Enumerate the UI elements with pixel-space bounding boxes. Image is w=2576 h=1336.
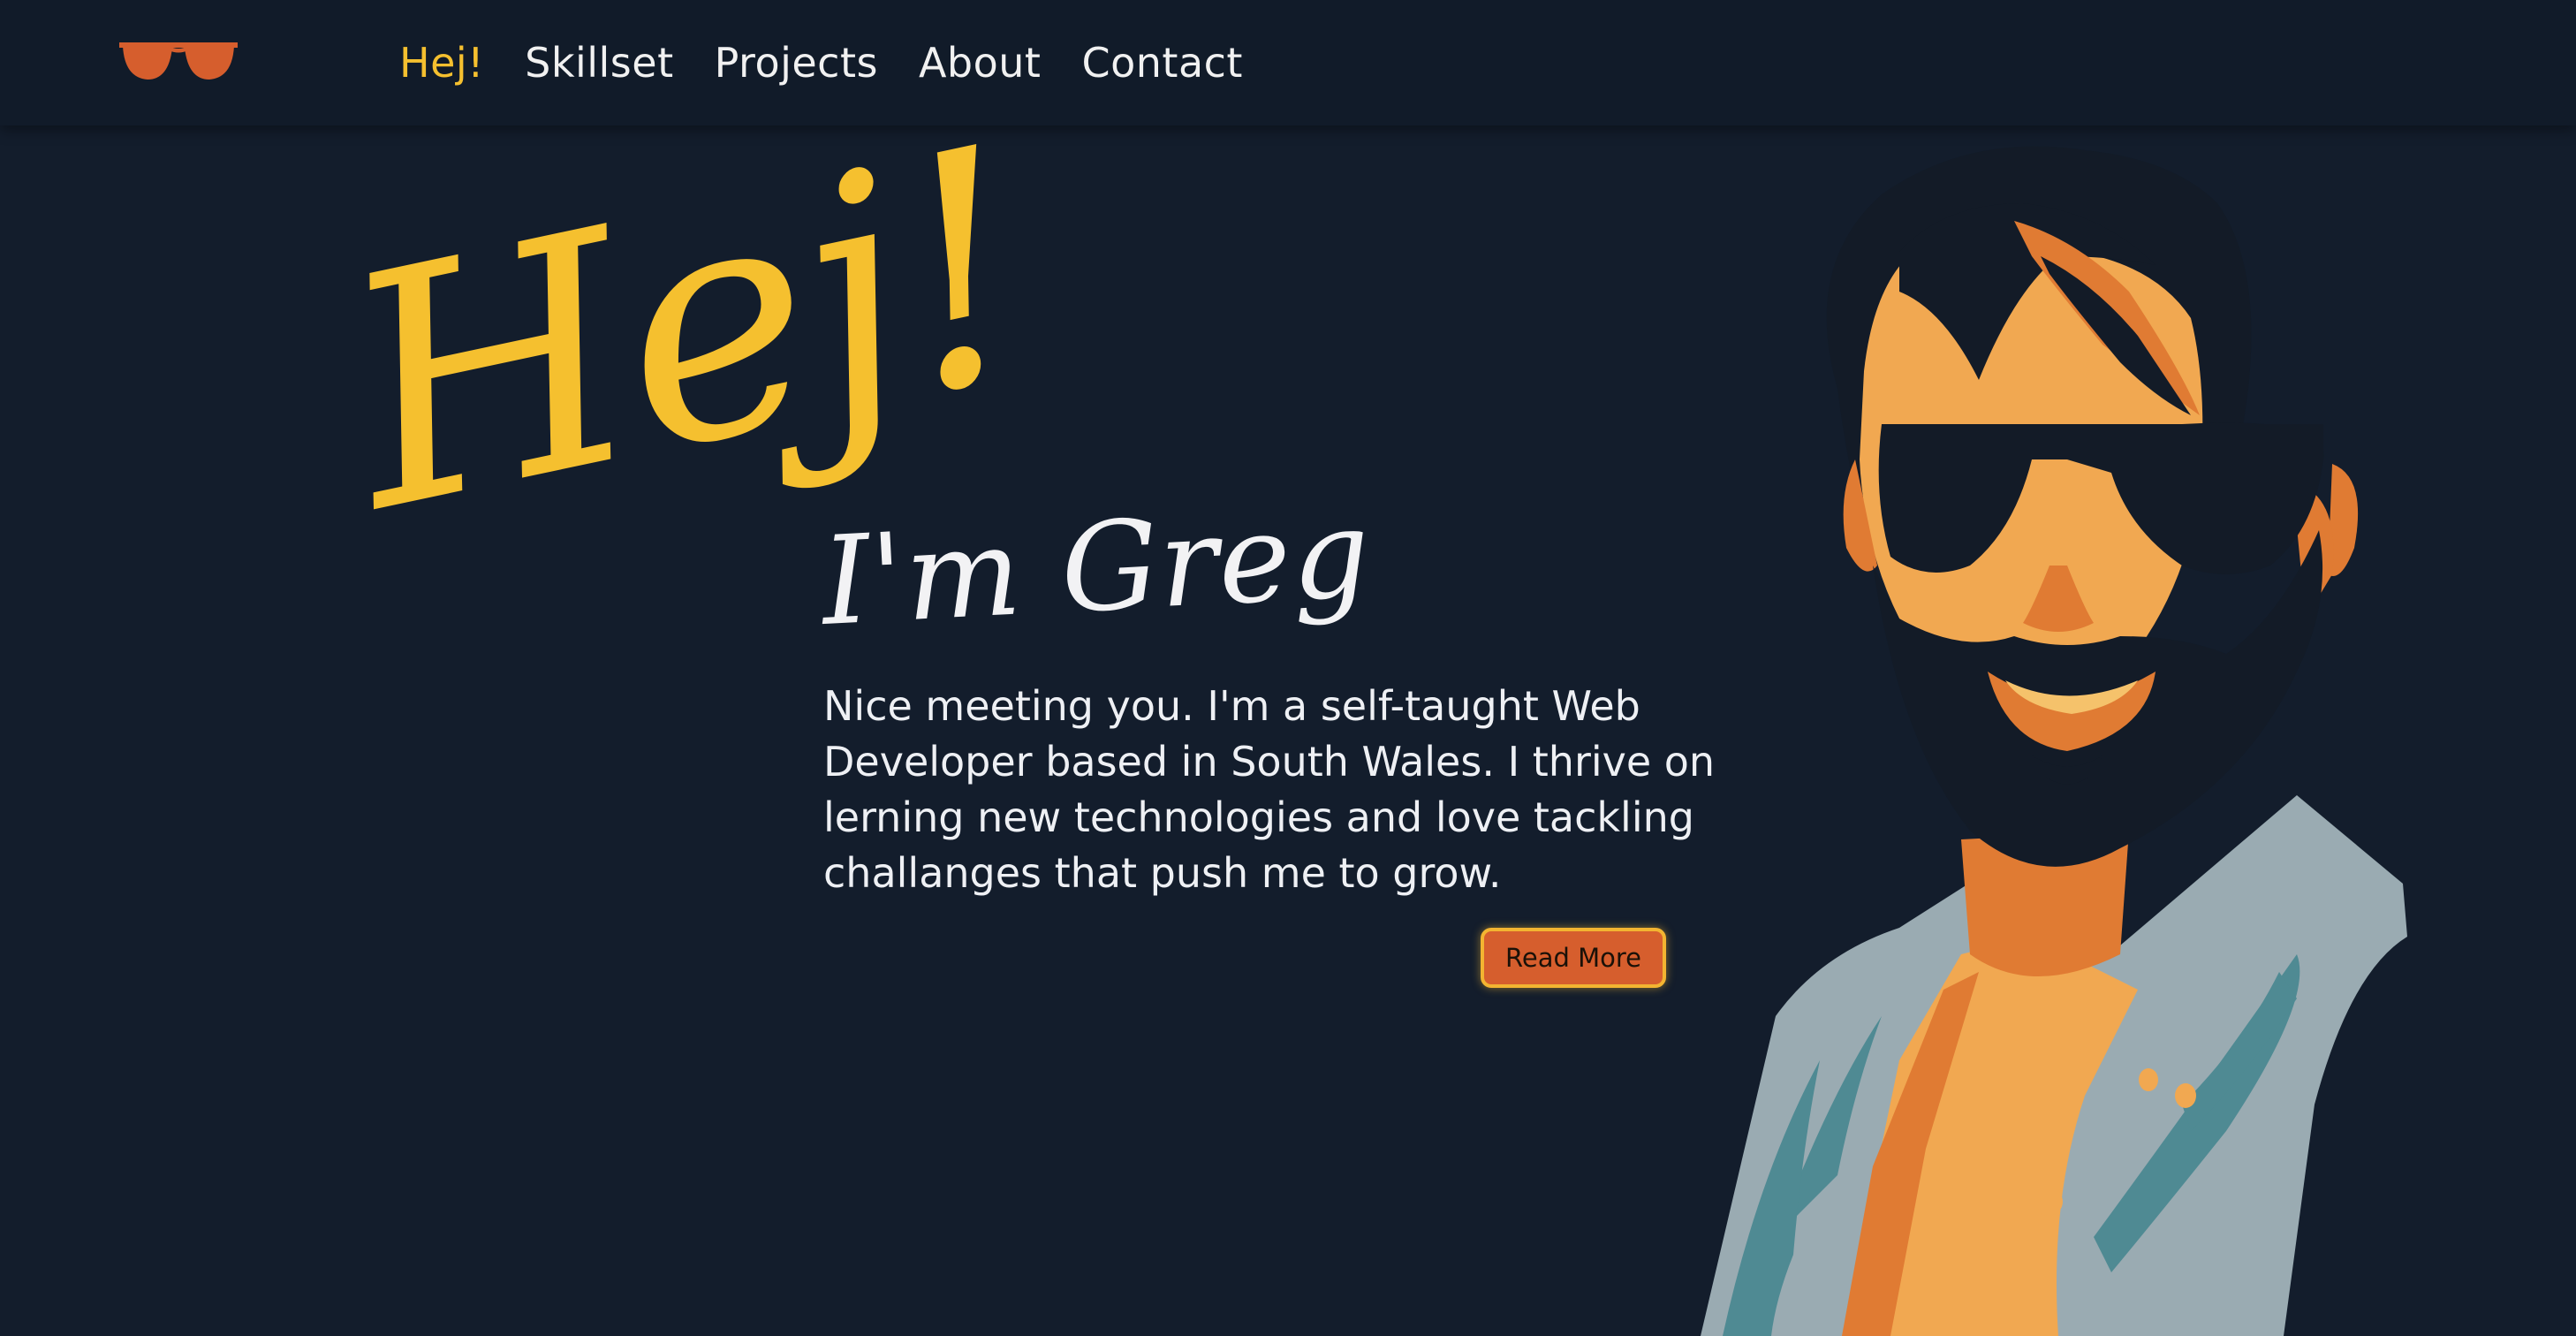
- nav-link-projects[interactable]: Projects: [715, 34, 878, 92]
- hero-intro-line: Nice meeting you. I'm a self-taught Web: [823, 682, 1640, 730]
- hero-intro: Nice meeting you. I'm a self-taught Web …: [823, 679, 1795, 901]
- nav-link-contact[interactable]: Contact: [1081, 34, 1242, 92]
- nav-links: Hej! Skillset Projects About Contact: [399, 34, 1243, 92]
- nav-link-hej[interactable]: Hej!: [399, 34, 484, 92]
- hero-intro-line: lerning new technologies and love tackli…: [823, 793, 1694, 841]
- read-more-button[interactable]: Read More: [1481, 928, 1666, 988]
- portrait-illustration: [1701, 146, 2407, 1336]
- nav-link-about[interactable]: About: [919, 34, 1042, 92]
- hero-intro-line: Developer based in South Wales. I thrive…: [823, 738, 1716, 786]
- sunglasses-icon[interactable]: [117, 39, 239, 85]
- hero-name: I'm Greg: [818, 482, 1375, 653]
- nav-link-skillset[interactable]: Skillset: [525, 34, 673, 92]
- navbar: Hej! Skillset Projects About Contact: [0, 0, 2576, 125]
- hero-intro-line: challanges that push me to grow.: [823, 849, 1502, 897]
- hero-greeting: Hej!: [316, 78, 1057, 582]
